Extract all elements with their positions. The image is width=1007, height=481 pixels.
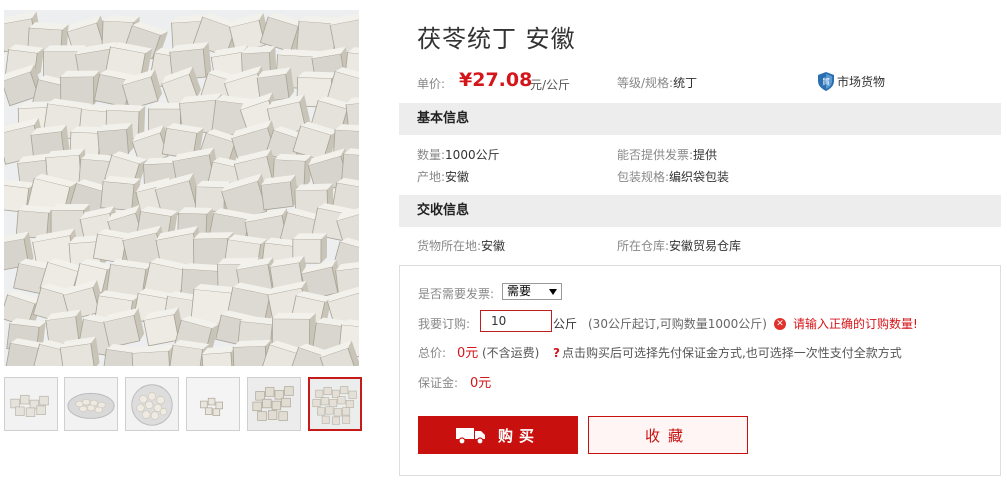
buy-button[interactable]: 购买 xyxy=(418,416,578,454)
svg-text:貿: 貿 xyxy=(822,76,830,86)
invoice-question-row: 是否需要发票: 需要 xyxy=(418,283,978,303)
spec: 等级/规格:统丁 xyxy=(617,74,697,91)
order-qty-label: 我要订购: xyxy=(418,317,471,331)
invoice-select[interactable]: 需要 xyxy=(502,283,562,300)
total-value: 0元 xyxy=(457,346,479,361)
error-text: 请输入正确的订购数量! xyxy=(793,317,918,331)
invoice-select-value: 需要 xyxy=(507,284,532,298)
thumbnail-strip xyxy=(4,377,364,433)
packaging-label: 包装规格: xyxy=(617,170,670,184)
thumbnail-5[interactable] xyxy=(247,377,301,431)
packaging-value: 编织袋包装 xyxy=(669,170,730,184)
basic-info-heading: 基本信息 xyxy=(399,103,1001,135)
buy-button-label: 购买 xyxy=(497,427,540,445)
qty-hint: (30公斤起订,可购数量1000公斤) xyxy=(588,317,767,331)
info-row-location: 货物所在地:安徽 所在仓库:安徽贸易仓库 xyxy=(417,237,1007,255)
price-value: ¥27.08 xyxy=(459,69,533,91)
deposit-label: 保证金: xyxy=(418,376,459,390)
total-row: 总价: 0元 (不含运费) ? 点击购买后可选择先付保证金方式,也可选择一次性支… xyxy=(418,344,998,362)
thumbnail-6-selected[interactable] xyxy=(308,377,362,431)
badge-text: 市场货物 xyxy=(837,74,886,89)
info-row-quantity: 数量:1000公斤 能否提供发票:提供 xyxy=(417,146,1007,164)
info-row-origin: 产地:安徽 包装规格:编织袋包装 xyxy=(417,168,1007,186)
quantity-error: ✕ 请输入正确的订购数量! xyxy=(774,315,918,332)
product-title: 茯苓统丁 安徽 xyxy=(417,25,576,53)
question-icon[interactable]: ? xyxy=(553,346,560,360)
market-goods-badge: 貿 市场货物 xyxy=(818,70,885,92)
product-main-image xyxy=(4,10,359,366)
origin-label: 产地: xyxy=(417,170,446,184)
invoice-question-label: 是否需要发票: xyxy=(418,287,495,301)
truck-icon xyxy=(455,428,485,445)
favorite-button-label: 收藏 xyxy=(644,427,691,445)
error-icon: ✕ xyxy=(774,317,786,330)
thumbnail-3[interactable] xyxy=(125,377,179,431)
warehouse-value: 安徽贸易仓库 xyxy=(669,239,742,253)
thumbnail-4[interactable] xyxy=(186,377,240,431)
spec-value: 统丁 xyxy=(673,76,698,90)
payment-help: ? 点击购买后可选择先付保证金方式,也可选择一次性支付全款方式 xyxy=(553,344,902,361)
chevron-down-icon xyxy=(549,289,557,295)
favorite-button[interactable]: 收藏 xyxy=(588,416,748,454)
quantity-value: 1000公斤 xyxy=(445,148,500,162)
origin-value: 安徽 xyxy=(445,170,470,184)
order-box: 是否需要发票: 需要 我要订购: 公斤 (30公斤起订,可购数量1000公斤) … xyxy=(399,265,1001,476)
price-row: 单价: ¥27.08 元/公斤 等级/规格:统丁 貿 市场货物 xyxy=(417,68,1007,96)
total-note: (不含运费) xyxy=(482,346,540,360)
location-label: 货物所在地: xyxy=(417,239,482,253)
warehouse-label: 所在仓库: xyxy=(617,239,670,253)
invoice-value: 提供 xyxy=(693,148,718,162)
payment-help-text: 点击购买后可选择先付保证金方式,也可选择一次性支付全款方式 xyxy=(561,346,902,360)
thumbnail-2[interactable] xyxy=(64,377,118,431)
quantity-row: 我要订购: 公斤 (30公斤起订,可购数量1000公斤) ✕ 请输入正确的订购数… xyxy=(418,310,998,333)
thumbnail-1[interactable] xyxy=(4,377,58,431)
deposit-value: 0元 xyxy=(470,376,492,391)
price-unit: 元/公斤 xyxy=(530,78,571,92)
spec-label: 等级/规格: xyxy=(617,76,674,90)
price-label: 单价: xyxy=(417,77,446,91)
delivery-info-heading: 交收信息 xyxy=(399,195,1001,227)
shield-icon: 貿 xyxy=(818,71,834,91)
invoice-label: 能否提供发票: xyxy=(617,148,694,162)
deposit-row: 保证金: 0元 xyxy=(418,374,618,392)
quantity-input[interactable] xyxy=(480,310,552,332)
location-value: 安徽 xyxy=(481,239,506,253)
qty-unit: 公斤 xyxy=(553,317,578,331)
total-label: 总价: xyxy=(418,346,447,360)
quantity-label: 数量: xyxy=(417,148,446,162)
